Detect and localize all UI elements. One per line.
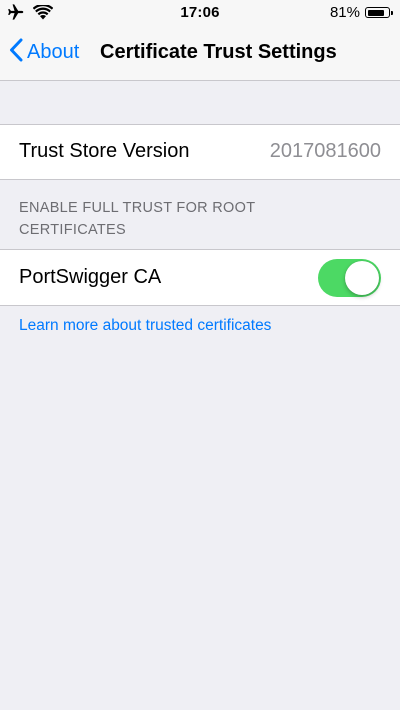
battery-percent: 81%	[329, 4, 360, 21]
status-right: 81%	[329, 4, 393, 21]
trust-store-version-label: Trust Store Version	[19, 140, 190, 162]
navigation-bar: About Certificate Trust Settings	[0, 26, 400, 81]
chevron-left-icon	[9, 38, 23, 67]
back-button-label: About	[27, 41, 80, 63]
learn-more-link[interactable]: Learn more about trusted certificates	[19, 317, 271, 335]
battery-fill	[367, 9, 384, 16]
back-button[interactable]: About	[9, 38, 79, 67]
trust-store-version-cell: Trust Store Version 2017081600	[0, 124, 400, 180]
battery-cap	[391, 11, 393, 15]
battery-icon	[365, 7, 393, 18]
full-trust-toggle[interactable]	[318, 259, 381, 297]
certificate-row: PortSwigger CA	[0, 249, 400, 306]
toggle-knob	[345, 261, 379, 295]
certificate-name: PortSwigger CA	[19, 266, 162, 288]
section-header-root-trust: ENABLE FULL TRUST FOR ROOT CERTIFICATES	[19, 200, 256, 238]
status-bar: 17:06 81%	[0, 0, 400, 26]
page-title: Certificate Trust Settings	[100, 41, 337, 63]
trust-store-version-value: 2017081600	[269, 140, 381, 162]
